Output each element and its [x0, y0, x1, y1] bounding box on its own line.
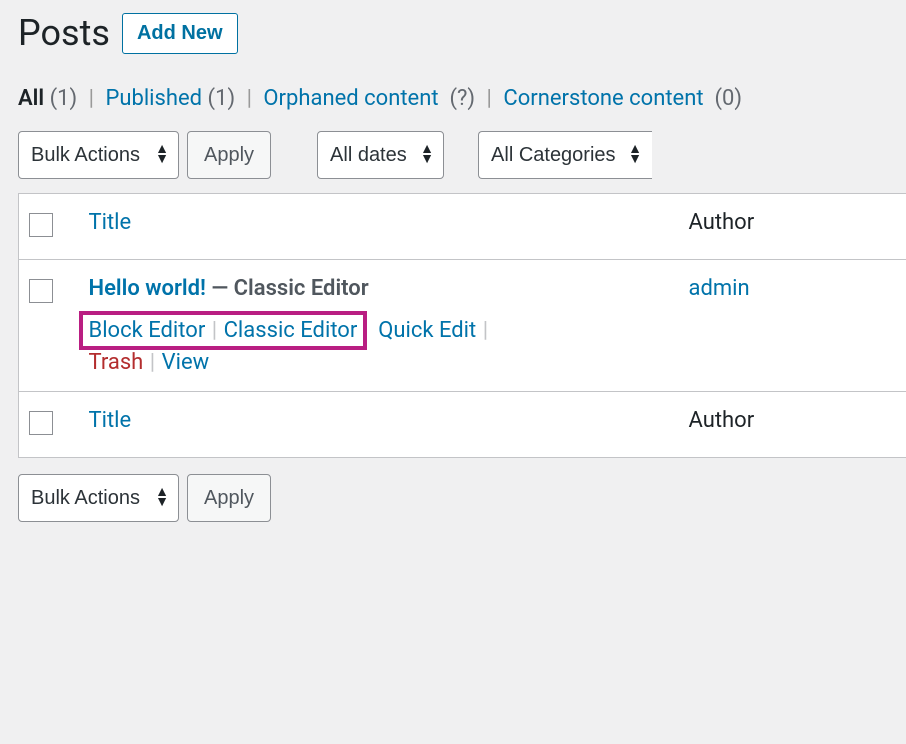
add-new-button[interactable]: Add New [122, 13, 238, 54]
block-editor-link[interactable]: Block Editor [89, 318, 206, 343]
filter-orphaned[interactable]: Orphaned content [263, 86, 438, 111]
filter-published-count: (1) [208, 86, 236, 111]
filter-all[interactable]: All [18, 86, 44, 111]
post-state: Classic Editor [234, 276, 369, 301]
filter-all-count: (1) [50, 86, 78, 111]
classic-editor-link[interactable]: Classic Editor [224, 318, 358, 343]
row-checkbox[interactable] [29, 279, 53, 303]
bulk-actions-select-bottom[interactable]: Bulk Actions [18, 474, 179, 522]
post-title-link[interactable]: Hello world! [89, 276, 206, 301]
column-title[interactable]: Title [89, 210, 132, 235]
tablenav-top: Bulk Actions ▲▼ Apply All dates ▲▼ All C… [18, 125, 906, 185]
filter-separator: | [247, 86, 252, 111]
filter-published[interactable]: Published [105, 86, 202, 111]
page-title: Posts [18, 12, 110, 54]
column-author: Author [679, 194, 906, 260]
post-state-separator: — [206, 276, 234, 301]
apply-button[interactable]: Apply [187, 131, 271, 179]
table-row: Hello world! — Classic Editor Block Edit… [19, 260, 906, 392]
row-actions: Block Editor | Classic Editor Quick Edit… [89, 311, 669, 375]
column-author-footer: Author [679, 392, 906, 458]
filter-separator: | [487, 86, 492, 111]
select-all-checkbox-footer[interactable] [29, 411, 53, 435]
filter-cornerstone-count: (0) [714, 86, 742, 111]
filter-orphaned-count: (?) [449, 86, 475, 111]
date-filter-select[interactable]: All dates [317, 131, 444, 179]
tablenav-bottom: Bulk Actions ▲▼ Apply [18, 468, 906, 528]
bulk-actions-select[interactable]: Bulk Actions [18, 131, 179, 179]
category-filter-select[interactable]: All Categories [478, 131, 652, 179]
filter-separator: | [89, 86, 94, 111]
filter-cornerstone[interactable]: Cornerstone content [503, 86, 703, 111]
view-link[interactable]: View [162, 350, 210, 375]
posts-table: Title Author Hello world! — Classic Edit… [18, 193, 906, 458]
filter-links: All (1) | Published (1) | Orphaned conte… [18, 62, 906, 125]
highlight-box: Block Editor | Classic Editor [79, 311, 368, 350]
apply-button-bottom[interactable]: Apply [187, 474, 271, 522]
quick-edit-link[interactable]: Quick Edit [378, 318, 476, 343]
column-title-footer[interactable]: Title [89, 408, 132, 433]
trash-link[interactable]: Trash [89, 350, 144, 375]
author-link[interactable]: admin [689, 276, 750, 301]
select-all-checkbox[interactable] [29, 213, 53, 237]
